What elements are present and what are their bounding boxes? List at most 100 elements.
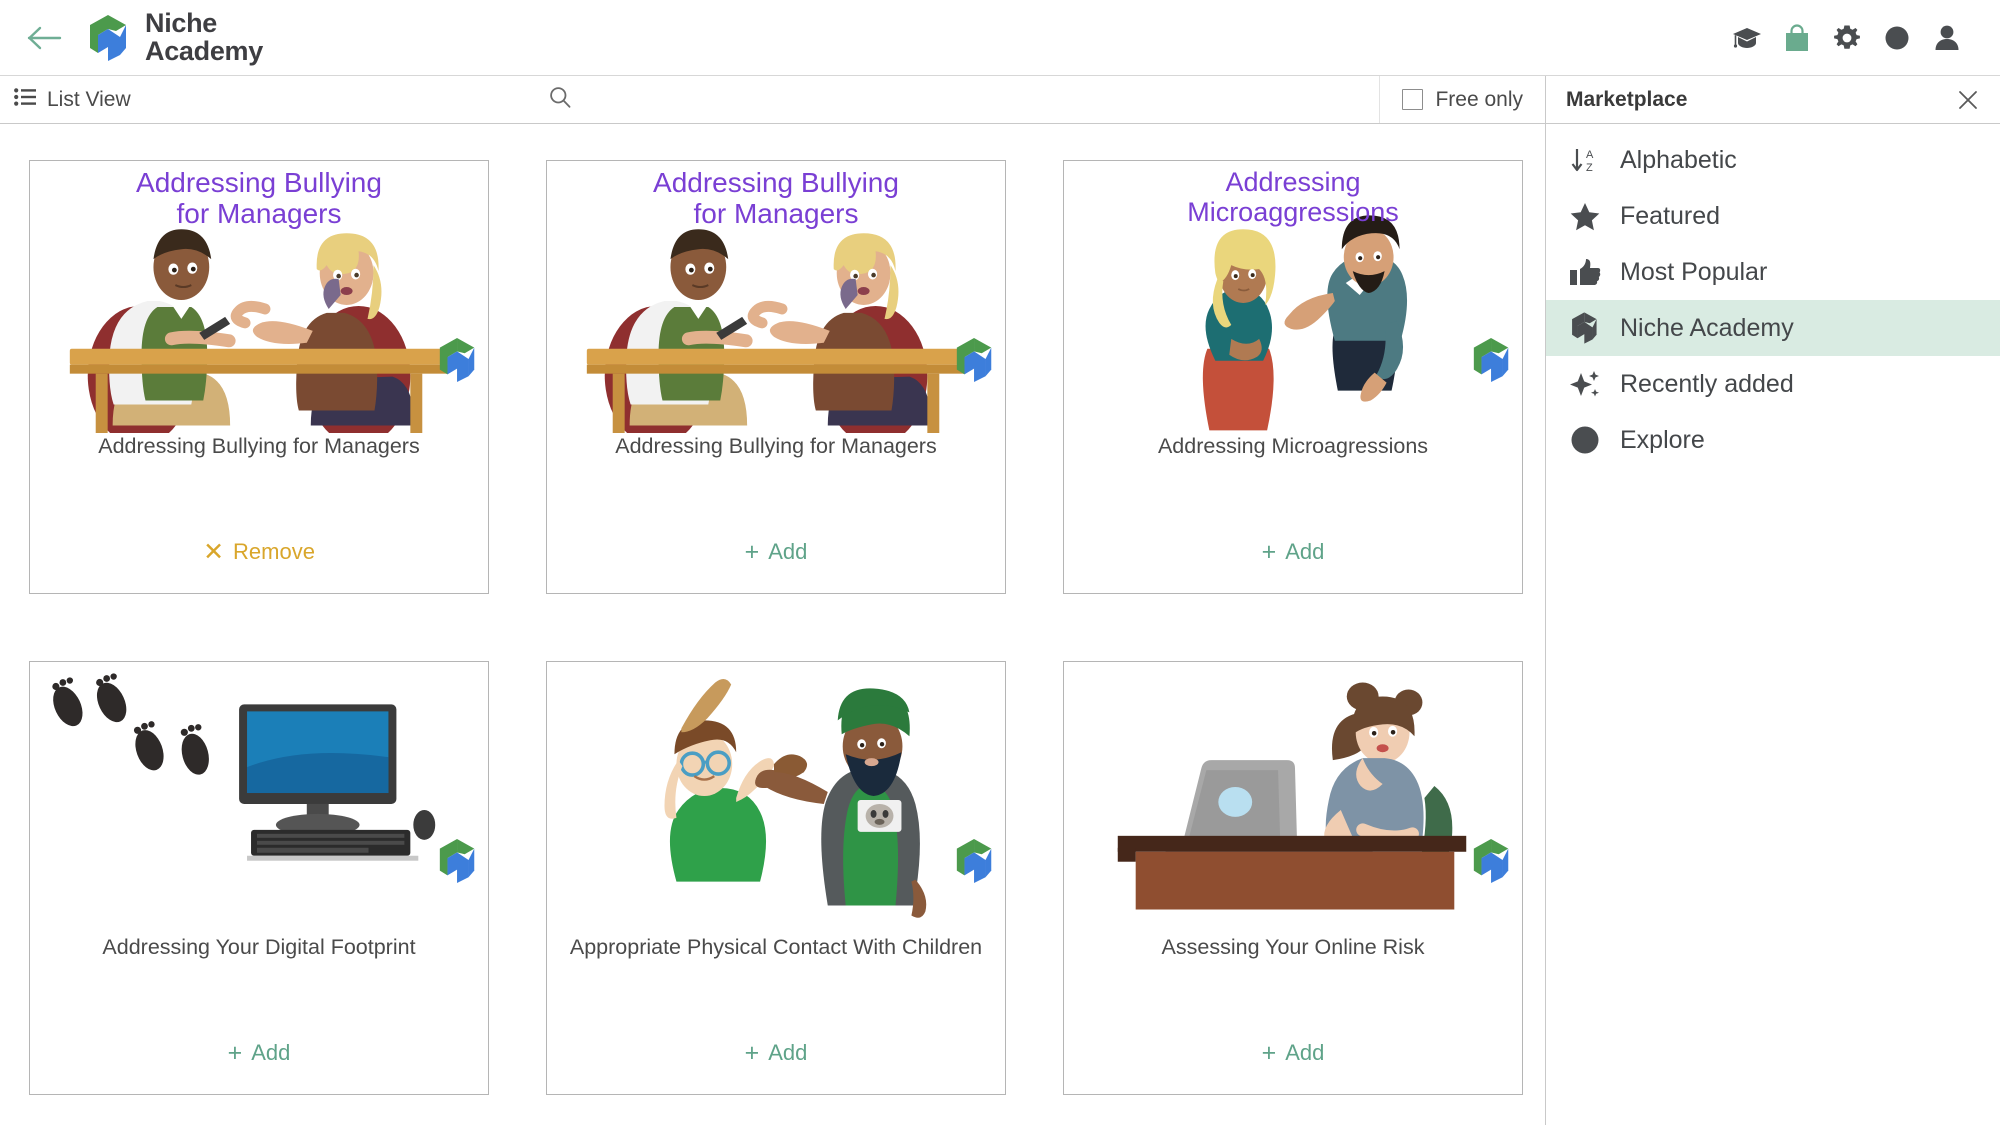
sort-alphabetic-icon: A Z bbox=[1568, 143, 1602, 177]
add-glyph-icon: + bbox=[744, 538, 760, 566]
course-card[interactable]: Addressing Bullying for Managers Address… bbox=[29, 160, 489, 594]
card-action-add[interactable]: + Add bbox=[1064, 1040, 1522, 1094]
svg-text:A: A bbox=[1586, 149, 1594, 161]
content-toolbar: List View Free only bbox=[0, 76, 1545, 124]
sidebar-item-niche-academy[interactable]: Niche Academy bbox=[1546, 300, 2000, 356]
left-pane: List View Free only Addressing Bullying … bbox=[0, 76, 1545, 1125]
card-thumbnail: Addressing Bullying for Managers bbox=[547, 161, 1005, 433]
add-glyph-icon: + bbox=[1261, 538, 1277, 566]
sidebar-item-label: Most Popular bbox=[1620, 257, 1768, 286]
card-action-add[interactable]: + Add bbox=[547, 539, 1005, 593]
sidebar-item-label: Alphabetic bbox=[1620, 145, 1737, 174]
close-icon[interactable] bbox=[1954, 86, 1982, 114]
search-area bbox=[149, 76, 1380, 123]
footprints bbox=[52, 673, 209, 775]
marketplace-header: Marketplace bbox=[1546, 76, 2000, 124]
marketplace-item-list: A Z Alphabetic Featured Most Popular Nic… bbox=[1546, 124, 2000, 468]
circle-icon[interactable] bbox=[1882, 23, 1912, 53]
thumbs-up-icon bbox=[1568, 255, 1602, 289]
course-card[interactable]: Addressing Bullying for Managers Address… bbox=[546, 160, 1006, 594]
add-glyph-icon: + bbox=[1261, 1039, 1277, 1067]
card-action-add[interactable]: + Add bbox=[30, 1040, 488, 1094]
circle-icon bbox=[1568, 423, 1602, 457]
niche-academy-watermark-icon bbox=[953, 836, 997, 886]
gear-icon[interactable] bbox=[1832, 23, 1862, 53]
sidebar-item-explore[interactable]: Explore bbox=[1546, 412, 2000, 468]
niche-academy-watermark-icon bbox=[436, 335, 480, 385]
body-split: List View Free only Addressing Bullying … bbox=[0, 76, 2000, 1125]
thumbnail-caption: Addressing Microaggressions bbox=[1064, 167, 1522, 227]
sidebar-item-label: Explore bbox=[1620, 425, 1705, 454]
niche-academy-logo-icon bbox=[1568, 311, 1602, 345]
sparkle-icon bbox=[1568, 367, 1602, 401]
card-thumbnail: Addressing Bullying for Managers bbox=[30, 161, 488, 433]
card-action-add[interactable]: + Add bbox=[1064, 539, 1522, 593]
user-avatar-icon[interactable] bbox=[1932, 23, 1962, 53]
thumbnail-caption: Addressing Bullying for Managers bbox=[30, 167, 488, 230]
card-grid-scroll[interactable]: Addressing Bullying for Managers Address… bbox=[0, 124, 1545, 1125]
card-thumbnail: Addressing Microaggressions bbox=[1064, 161, 1522, 433]
card-title: Assessing Your Online Risk bbox=[1161, 935, 1425, 959]
card-title: Addressing Bullying for Managers bbox=[615, 434, 937, 458]
thumbnail-caption-line1: Addressing bbox=[1225, 167, 1361, 197]
shopping-bag-icon[interactable] bbox=[1782, 23, 1812, 53]
add-glyph-icon: + bbox=[744, 1039, 760, 1067]
card-thumbnail bbox=[1064, 662, 1522, 934]
niche-academy-watermark-icon bbox=[436, 836, 480, 886]
niche-academy-watermark-icon bbox=[1470, 836, 1514, 886]
add-label: Add bbox=[768, 539, 808, 564]
card-action-add[interactable]: + Add bbox=[547, 1040, 1005, 1094]
graduation-cap-icon[interactable] bbox=[1732, 23, 1762, 53]
brand-logo-group[interactable]: Niche Academy bbox=[86, 9, 263, 66]
app-root: Niche Academy List View Free only Addres… bbox=[0, 0, 2000, 1125]
top-icon-group bbox=[1732, 23, 1978, 53]
remove-label: Remove bbox=[233, 539, 315, 564]
list-view-icon bbox=[14, 87, 36, 112]
card-title: Addressing Bullying for Managers bbox=[98, 434, 420, 458]
add-label: Add bbox=[768, 1040, 808, 1065]
niche-academy-logo-icon bbox=[86, 13, 132, 63]
thumbnail-caption-line2: Microaggressions bbox=[1187, 197, 1399, 228]
add-label: Add bbox=[1285, 539, 1325, 564]
sidebar-item-alphabetic[interactable]: A Z Alphabetic bbox=[1546, 132, 2000, 188]
sidebar-item-most-popular[interactable]: Most Popular bbox=[1546, 244, 2000, 300]
add-glyph-icon: + bbox=[227, 1039, 243, 1067]
free-only-filter[interactable]: Free only bbox=[1379, 76, 1545, 123]
course-card[interactable]: Appropriate Physical Contact With Childr… bbox=[546, 661, 1006, 1095]
course-card[interactable]: Assessing Your Online Risk + Add bbox=[1063, 661, 1523, 1095]
search-input[interactable] bbox=[579, 88, 980, 111]
sidebar-item-featured[interactable]: Featured bbox=[1546, 188, 2000, 244]
back-arrow-icon[interactable] bbox=[22, 15, 68, 61]
card-title: Addressing Microagressions bbox=[1157, 434, 1429, 458]
sidebar-item-recently-added[interactable]: Recently added bbox=[1546, 356, 2000, 412]
star-icon bbox=[1568, 199, 1602, 233]
add-label: Add bbox=[251, 1040, 291, 1065]
remove-glyph-icon: ✕ bbox=[203, 538, 225, 566]
course-card[interactable]: Addressing Your Digital Footprint + Add bbox=[29, 661, 489, 1095]
svg-text:Z: Z bbox=[1586, 162, 1593, 174]
sidebar-item-label: Featured bbox=[1620, 201, 1721, 230]
thumbnail-caption-line2: for Managers bbox=[693, 198, 859, 230]
search-icon bbox=[549, 86, 571, 113]
top-bar: Niche Academy bbox=[0, 0, 2000, 76]
list-view-toggle[interactable]: List View bbox=[0, 76, 149, 123]
thumbnail-caption: Addressing Bullying for Managers bbox=[547, 167, 1005, 230]
card-thumbnail bbox=[547, 662, 1005, 934]
list-view-label: List View bbox=[47, 87, 131, 111]
card-grid: Addressing Bullying for Managers Address… bbox=[0, 160, 1545, 1095]
card-title: Appropriate Physical Contact With Childr… bbox=[569, 935, 983, 959]
thumbnail-caption-line1: Addressing Bullying bbox=[653, 167, 899, 198]
niche-academy-watermark-icon bbox=[953, 335, 997, 385]
sidebar-item-label: Recently added bbox=[1620, 369, 1794, 398]
thumbnail-caption-line2: for Managers bbox=[176, 198, 342, 230]
add-label: Add bbox=[1285, 1040, 1325, 1065]
free-only-checkbox[interactable] bbox=[1402, 89, 1424, 110]
course-card[interactable]: Addressing Microaggressions Addressing M… bbox=[1063, 160, 1523, 594]
brand-text: Niche Academy bbox=[145, 9, 263, 66]
marketplace-title: Marketplace bbox=[1566, 87, 1688, 111]
niche-academy-watermark-icon bbox=[1470, 335, 1514, 385]
card-action-remove[interactable]: ✕ Remove bbox=[30, 539, 488, 593]
brand-line-2: Academy bbox=[145, 35, 263, 66]
search-box[interactable] bbox=[549, 86, 980, 113]
card-title: Addressing Your Digital Footprint bbox=[102, 935, 416, 959]
